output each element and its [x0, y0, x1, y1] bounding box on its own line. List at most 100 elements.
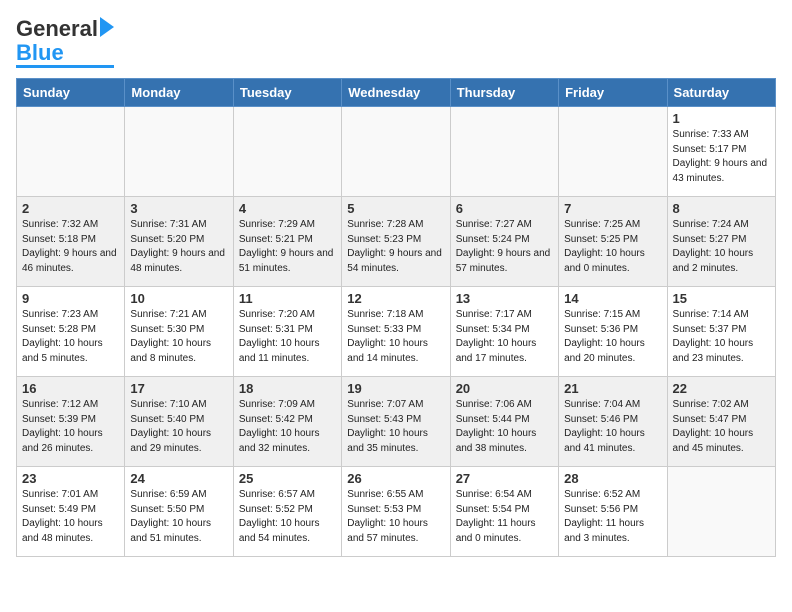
day-number: 15 — [673, 291, 770, 306]
calendar-cell: 1Sunrise: 7:33 AM Sunset: 5:17 PM Daylig… — [667, 107, 775, 197]
calendar-cell: 12 Sunrise: 7:18 AM Sunset: 5:33 PM Dayli… — [342, 287, 450, 377]
calendar-cell — [233, 107, 341, 197]
col-header-tuesday: Tuesday — [233, 79, 341, 107]
calendar-cell: 9 Sunrise: 7:23 AM Sunset: 5:28 PM Daylig… — [17, 287, 125, 377]
calendar-cell: 24 Sunrise: 6:59 AM Sunset: 5:50 PM Dayli… — [125, 467, 233, 557]
day-info: Sunrise: 6:54 AM Sunset: 5:54 PM Dayligh… — [456, 488, 553, 546]
day-info: Sunrise: 7:15 AM Sunset: 5:36 PM Dayligh… — [564, 308, 661, 366]
day-number: 13 — [456, 291, 553, 306]
day-number: 10 — [130, 291, 227, 306]
col-header-monday: Monday — [125, 79, 233, 107]
calendar-cell: 4 Sunrise: 7:29 AM Sunset: 5:21 PM Daylig… — [233, 197, 341, 287]
day-number: 19 — [347, 381, 444, 396]
day-number: 6 — [456, 201, 553, 216]
day-info: Sunrise: 7:10 AM Sunset: 5:40 PM Dayligh… — [130, 398, 227, 456]
calendar-cell: 13Sunrise: 7:17 AM Sunset: 5:34 PM Dayli… — [450, 287, 558, 377]
logo-general: General — [16, 16, 98, 42]
col-header-sunday: Sunday — [17, 79, 125, 107]
day-info: Sunrise: 7:32 AM Sunset: 5:18 PM Dayligh… — [22, 218, 119, 276]
day-number: 4 — [239, 201, 336, 216]
day-info: Sunrise: 7:24 AM Sunset: 5:27 PM Dayligh… — [673, 218, 770, 276]
day-number: 2 — [22, 201, 119, 216]
day-info: Sunrise: 7:18 AM Sunset: 5:33 PM Dayligh… — [347, 308, 444, 366]
calendar-cell: 28 Sunrise: 6:52 AM Sunset: 5:56 PM Dayli… — [559, 467, 667, 557]
day-info: Sunrise: 7:28 AM Sunset: 5:23 PM Dayligh… — [347, 218, 444, 276]
calendar-week-row: 9 Sunrise: 7:23 AM Sunset: 5:28 PM Daylig… — [17, 287, 776, 377]
page-header: General Blue — [16, 16, 776, 68]
day-number: 18 — [239, 381, 336, 396]
calendar-cell: 18 Sunrise: 7:09 AM Sunset: 5:42 PM Dayli… — [233, 377, 341, 467]
logo: General Blue — [16, 16, 114, 68]
calendar-cell: 16 Sunrise: 7:12 AM Sunset: 5:39 PM Dayli… — [17, 377, 125, 467]
day-number: 20 — [456, 381, 553, 396]
day-number: 7 — [564, 201, 661, 216]
day-info: Sunrise: 7:21 AM Sunset: 5:30 PM Dayligh… — [130, 308, 227, 366]
col-header-wednesday: Wednesday — [342, 79, 450, 107]
col-header-friday: Friday — [559, 79, 667, 107]
day-number: 26 — [347, 471, 444, 486]
day-info: Sunrise: 7:23 AM Sunset: 5:28 PM Dayligh… — [22, 308, 119, 366]
calendar-week-row: 16 Sunrise: 7:12 AM Sunset: 5:39 PM Dayli… — [17, 377, 776, 467]
calendar-week-row: 23 Sunrise: 7:01 AM Sunset: 5:49 PM Dayli… — [17, 467, 776, 557]
day-info: Sunrise: 7:04 AM Sunset: 5:46 PM Dayligh… — [564, 398, 661, 456]
day-info: Sunrise: 7:14 AM Sunset: 5:37 PM Dayligh… — [673, 308, 770, 366]
calendar-cell: 23 Sunrise: 7:01 AM Sunset: 5:49 PM Dayli… — [17, 467, 125, 557]
calendar-cell: 21 Sunrise: 7:04 AM Sunset: 5:46 PM Dayli… — [559, 377, 667, 467]
day-number: 24 — [130, 471, 227, 486]
day-info: Sunrise: 6:52 AM Sunset: 5:56 PM Dayligh… — [564, 488, 661, 546]
calendar-cell: 6 Sunrise: 7:27 AM Sunset: 5:24 PM Daylig… — [450, 197, 558, 287]
calendar-cell: 17 Sunrise: 7:10 AM Sunset: 5:40 PM Dayli… — [125, 377, 233, 467]
day-info: Sunrise: 7:02 AM Sunset: 5:47 PM Dayligh… — [673, 398, 770, 456]
day-info: Sunrise: 7:31 AM Sunset: 5:20 PM Dayligh… — [130, 218, 227, 276]
day-number: 5 — [347, 201, 444, 216]
day-number: 27 — [456, 471, 553, 486]
calendar-week-row: 2 Sunrise: 7:32 AM Sunset: 5:18 PM Daylig… — [17, 197, 776, 287]
day-number: 1 — [673, 111, 770, 126]
day-number: 12 — [347, 291, 444, 306]
day-number: 17 — [130, 381, 227, 396]
day-info: Sunrise: 7:20 AM Sunset: 5:31 PM Dayligh… — [239, 308, 336, 366]
day-info: Sunrise: 6:57 AM Sunset: 5:52 PM Dayligh… — [239, 488, 336, 546]
day-info: Sunrise: 7:29 AM Sunset: 5:21 PM Dayligh… — [239, 218, 336, 276]
calendar-cell: 22 Sunrise: 7:02 AM Sunset: 5:47 PM Dayli… — [667, 377, 775, 467]
calendar-cell: 19 Sunrise: 7:07 AM Sunset: 5:43 PM Dayli… — [342, 377, 450, 467]
calendar-cell — [125, 107, 233, 197]
calendar-cell: 7 Sunrise: 7:25 AM Sunset: 5:25 PM Daylig… — [559, 197, 667, 287]
col-header-saturday: Saturday — [667, 79, 775, 107]
col-header-thursday: Thursday — [450, 79, 558, 107]
day-number: 21 — [564, 381, 661, 396]
logo-underline — [16, 65, 114, 68]
day-info: Sunrise: 7:01 AM Sunset: 5:49 PM Dayligh… — [22, 488, 119, 546]
day-info: Sunrise: 7:06 AM Sunset: 5:44 PM Dayligh… — [456, 398, 553, 456]
day-info: Sunrise: 7:12 AM Sunset: 5:39 PM Dayligh… — [22, 398, 119, 456]
day-number: 9 — [22, 291, 119, 306]
logo-arrow-icon — [100, 17, 114, 37]
day-number: 23 — [22, 471, 119, 486]
day-info: Sunrise: 6:55 AM Sunset: 5:53 PM Dayligh… — [347, 488, 444, 546]
day-info: Sunrise: 7:07 AM Sunset: 5:43 PM Dayligh… — [347, 398, 444, 456]
day-number: 16 — [22, 381, 119, 396]
calendar-cell: 8 Sunrise: 7:24 AM Sunset: 5:27 PM Daylig… — [667, 197, 775, 287]
calendar-cell: 2 Sunrise: 7:32 AM Sunset: 5:18 PM Daylig… — [17, 197, 125, 287]
calendar-cell: 14Sunrise: 7:15 AM Sunset: 5:36 PM Dayli… — [559, 287, 667, 377]
calendar-cell: 5 Sunrise: 7:28 AM Sunset: 5:23 PM Daylig… — [342, 197, 450, 287]
calendar-cell: 10 Sunrise: 7:21 AM Sunset: 5:30 PM Dayli… — [125, 287, 233, 377]
logo-blue: Blue — [16, 42, 64, 64]
day-number: 11 — [239, 291, 336, 306]
day-number: 25 — [239, 471, 336, 486]
calendar-cell — [17, 107, 125, 197]
calendar-cell: 20 Sunrise: 7:06 AM Sunset: 5:44 PM Dayli… — [450, 377, 558, 467]
day-info: Sunrise: 6:59 AM Sunset: 5:50 PM Dayligh… — [130, 488, 227, 546]
day-number: 28 — [564, 471, 661, 486]
day-info: Sunrise: 7:27 AM Sunset: 5:24 PM Dayligh… — [456, 218, 553, 276]
calendar-cell: 27 Sunrise: 6:54 AM Sunset: 5:54 PM Dayli… — [450, 467, 558, 557]
calendar-cell: 15 Sunrise: 7:14 AM Sunset: 5:37 PM Dayli… — [667, 287, 775, 377]
calendar-cell — [667, 467, 775, 557]
day-info: Sunrise: 7:25 AM Sunset: 5:25 PM Dayligh… — [564, 218, 661, 276]
day-number: 22 — [673, 381, 770, 396]
day-info: Sunrise: 7:09 AM Sunset: 5:42 PM Dayligh… — [239, 398, 336, 456]
calendar-cell: 25 Sunrise: 6:57 AM Sunset: 5:52 PM Dayli… — [233, 467, 341, 557]
calendar-cell — [559, 107, 667, 197]
day-number: 8 — [673, 201, 770, 216]
calendar-cell — [342, 107, 450, 197]
